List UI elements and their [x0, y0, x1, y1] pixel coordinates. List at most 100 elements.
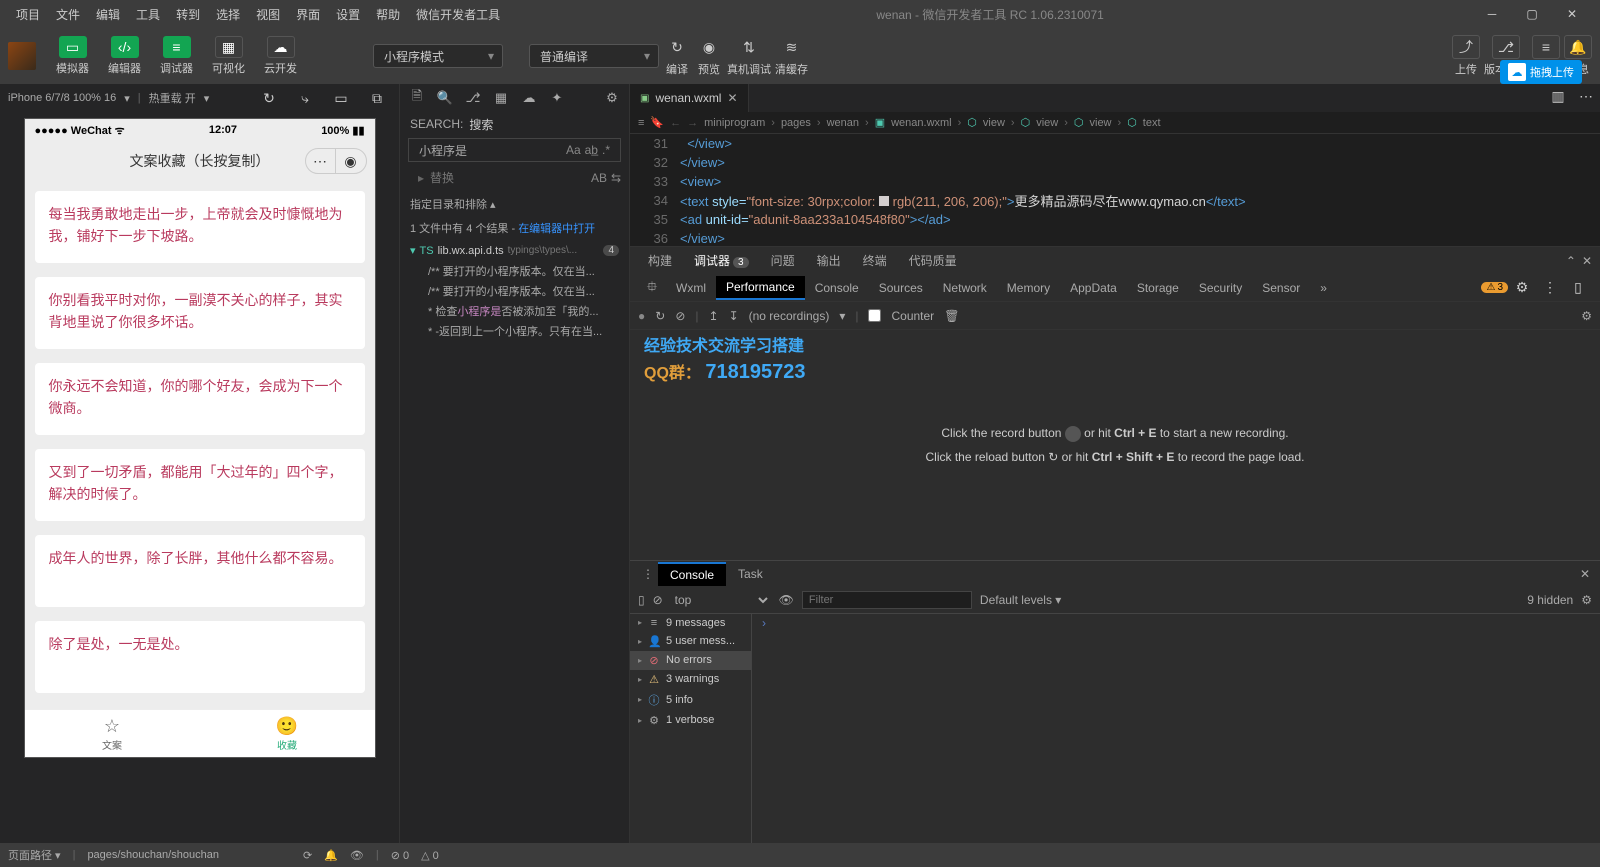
- devtab-sources[interactable]: Sources: [869, 277, 933, 299]
- close-panel-icon[interactable]: ✕: [1582, 254, 1592, 268]
- drag-upload-button[interactable]: ☁ 拖拽上传: [1500, 60, 1582, 84]
- search-result[interactable]: /** 要打开的小程序版本。仅在当...: [400, 281, 629, 301]
- word-icon[interactable]: ab̲: [585, 143, 598, 157]
- console-filter-item[interactable]: ▸ⓘ5 info: [630, 689, 751, 711]
- back-icon[interactable]: ←: [670, 117, 681, 129]
- clear-console-icon[interactable]: ⊘: [653, 593, 663, 607]
- list-icon[interactable]: ≡: [638, 117, 644, 129]
- reload-icon[interactable]: ↻: [655, 309, 665, 323]
- menu-devtools[interactable]: 微信开发者工具: [408, 6, 508, 23]
- phone-icon[interactable]: ▭: [327, 86, 355, 110]
- menu-icon[interactable]: ⋯: [306, 149, 336, 173]
- preview-icon[interactable]: ◉: [695, 35, 723, 59]
- search-input[interactable]: [469, 117, 624, 131]
- breadcrumb[interactable]: ≡ 🔖 ← → miniprogram› pages› wenan› ▣wena…: [630, 112, 1600, 134]
- case-icon[interactable]: Aa: [566, 143, 581, 157]
- menu-project[interactable]: 项目: [8, 6, 48, 23]
- counter-checkbox[interactable]: [868, 309, 881, 322]
- hotreload-label[interactable]: 热重载 开: [149, 90, 196, 106]
- forward-icon[interactable]: →: [687, 117, 698, 129]
- eye-icon[interactable]: 👁: [779, 593, 794, 607]
- rec-dropdown[interactable]: (no recordings): [749, 309, 830, 323]
- eye-icon[interactable]: 👁: [350, 849, 364, 862]
- popout-icon[interactable]: ⧉: [363, 86, 391, 110]
- tab-wenan[interactable]: ☆文案: [25, 710, 200, 757]
- compile-icon[interactable]: ↻: [663, 35, 691, 59]
- editor-button[interactable]: ‹/›编辑器: [100, 32, 149, 80]
- minimize-button[interactable]: ─: [1472, 0, 1512, 28]
- devtab-storage[interactable]: Storage: [1127, 277, 1189, 299]
- devtab-performance[interactable]: Performance: [716, 276, 805, 300]
- search-icon[interactable]: 🔍: [434, 87, 456, 109]
- maximize-button[interactable]: ▢: [1512, 0, 1552, 28]
- more-icon[interactable]: ⋯: [1572, 84, 1600, 108]
- console-filter-item[interactable]: ▸⊘No errors: [630, 651, 751, 670]
- sidebar-toggle-icon[interactable]: ▯: [638, 593, 645, 607]
- devtab-memory[interactable]: Memory: [997, 277, 1060, 299]
- details-icon[interactable]: ≡: [1532, 35, 1560, 59]
- trash-icon[interactable]: 🗑: [944, 309, 959, 323]
- menu-tool[interactable]: 工具: [128, 6, 168, 23]
- filter-input[interactable]: [802, 591, 972, 609]
- perf-settings-icon[interactable]: ⚙: [1581, 309, 1592, 323]
- tab-quality[interactable]: 代码质量: [899, 248, 967, 273]
- editor-tab[interactable]: ▣wenan.wxml✕: [630, 84, 749, 112]
- console-settings-icon[interactable]: ⚙: [1581, 593, 1592, 607]
- debugger-button[interactable]: ≡调试器: [152, 32, 201, 80]
- ext-icon[interactable]: ▦: [490, 87, 512, 109]
- preserve-icon[interactable]: AB: [591, 171, 607, 185]
- card-item[interactable]: 每当我勇敢地走出一步，上帝就会及时慷慨地为我，铺好下一步下坡路。: [35, 191, 365, 263]
- result-file[interactable]: ▾ TS lib.wx.api.d.ts typings\types\...4: [400, 240, 629, 261]
- tab-build[interactable]: 构建: [638, 248, 682, 273]
- bell-icon[interactable]: 🔔: [324, 849, 338, 862]
- menu-select[interactable]: 选择: [208, 6, 248, 23]
- replaceall-icon[interactable]: ⇆: [611, 171, 621, 185]
- devtab-wxml[interactable]: Wxml: [666, 277, 716, 299]
- regex-icon[interactable]: .*: [602, 143, 610, 157]
- console-filter-item[interactable]: ▸⚙1 verbose: [630, 711, 751, 730]
- devtab-security[interactable]: Security: [1189, 277, 1252, 299]
- cloud-button[interactable]: ☁云开发: [256, 32, 305, 80]
- record-icon[interactable]: ●: [638, 309, 645, 323]
- console-filter-item[interactable]: ▸⚠3 warnings: [630, 670, 751, 689]
- devtab-sensor[interactable]: Sensor: [1252, 277, 1310, 299]
- robot-icon[interactable]: ✦: [546, 87, 568, 109]
- warn-count[interactable]: △ 0: [421, 849, 439, 862]
- error-count[interactable]: ⊘ 0: [391, 849, 409, 862]
- menu-view[interactable]: 视图: [248, 6, 288, 23]
- open-in-editor[interactable]: 在编辑器中打开: [518, 223, 595, 235]
- tab-debugger[interactable]: 调试器3: [684, 248, 759, 273]
- explorer-icon[interactable]: 🗎: [406, 87, 428, 109]
- version-icon[interactable]: ⎇: [1492, 35, 1520, 59]
- sync-icon[interactable]: ⟳: [303, 849, 312, 862]
- mode-dropdown[interactable]: 小程序模式: [373, 44, 503, 68]
- search-result[interactable]: /** 要打开的小程序版本。仅在当...: [400, 261, 629, 281]
- tab-output[interactable]: 输出: [807, 248, 851, 273]
- hidden-count[interactable]: 9 hidden: [1527, 593, 1573, 607]
- clear-icon[interactable]: ≋: [778, 35, 806, 59]
- compile-dropdown[interactable]: 普通编译: [529, 44, 659, 68]
- tab-issues[interactable]: 问题: [761, 248, 805, 273]
- refresh-icon[interactable]: ↻: [255, 86, 283, 110]
- split-icon[interactable]: ▥: [1544, 84, 1572, 108]
- device-selector[interactable]: iPhone 6/7/8 100% 16: [8, 92, 116, 104]
- arrow-icon[interactable]: ⤷: [291, 86, 319, 110]
- menu-settings[interactable]: 设置: [328, 6, 368, 23]
- inspect-icon[interactable]: ⯐: [638, 276, 666, 300]
- card-item[interactable]: 你永远不会知道，你的哪个好友，会成为下一个微商。: [35, 363, 365, 435]
- devtab-more[interactable]: »: [1310, 277, 1337, 299]
- menu-file[interactable]: 文件: [48, 6, 88, 23]
- replace-input[interactable]: [430, 171, 585, 185]
- levels-dropdown[interactable]: Default levels ▾: [980, 593, 1061, 607]
- context-select[interactable]: top: [671, 592, 771, 608]
- devtab-console[interactable]: Console: [805, 277, 869, 299]
- close-tab-icon[interactable]: ✕: [727, 91, 737, 105]
- warning-badge[interactable]: ⚠ 3: [1481, 282, 1508, 293]
- card-item[interactable]: 成年人的世界，除了长胖，其他什么都不容易。: [35, 535, 365, 607]
- simulator-button[interactable]: ▭模拟器: [48, 32, 97, 80]
- scope-label[interactable]: 指定目录和排除 ▴: [400, 192, 629, 216]
- devtab-network[interactable]: Network: [933, 277, 997, 299]
- stop-icon[interactable]: ⊘: [675, 309, 685, 323]
- upload-icon[interactable]: ⤴: [1452, 35, 1480, 59]
- menu-goto[interactable]: 转到: [168, 6, 208, 23]
